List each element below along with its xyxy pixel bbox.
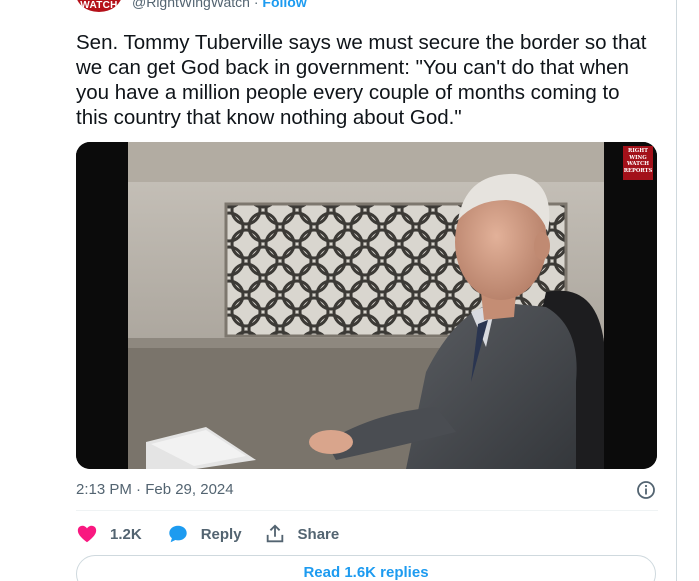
column-border <box>676 0 677 581</box>
right-wing-watch-watermark: RIGHT WING WATCH REPORTS <box>623 146 653 180</box>
author-handle-row: @RightWingWatch · Follow <box>132 0 307 10</box>
tweet-text: Sen. Tommy Tuberville says we must secur… <box>76 31 647 129</box>
tweet-media-image[interactable]: RIGHT WING WATCH REPORTS <box>76 142 657 469</box>
info-icon[interactable] <box>636 480 656 500</box>
reply-button[interactable]: Reply <box>167 523 242 545</box>
share-button[interactable]: Share <box>264 523 340 545</box>
avatar-text: WATCH <box>80 0 118 11</box>
separator: · <box>253 0 259 10</box>
photo-senator <box>76 142 657 469</box>
share-upload-icon <box>266 524 283 543</box>
divider <box>76 510 658 511</box>
author-handle[interactable]: @RightWingWatch <box>132 0 250 10</box>
watermark-line: WATCH <box>626 161 650 167</box>
follow-button[interactable]: Follow <box>262 0 306 10</box>
reply-label: Reply <box>200 525 242 543</box>
author-avatar[interactable]: WATCH <box>76 0 122 12</box>
watermark-line: REPORTS <box>623 167 653 174</box>
tweet-card: WATCH @RightWingWatch · Follow Sen. Tomm… <box>0 0 699 581</box>
reply-bubble-icon <box>168 525 187 543</box>
like-button[interactable]: 1.2K <box>76 523 142 545</box>
like-count: 1.2K <box>110 525 142 543</box>
read-replies-button[interactable]: Read 1.6K replies <box>76 555 656 581</box>
heart-icon <box>77 525 97 543</box>
tweet-timestamp[interactable]: 2:13 PM · Feb 29, 2024 <box>76 481 234 498</box>
share-label: Share <box>297 525 340 543</box>
action-bar: 1.2K Reply Share <box>76 522 339 546</box>
